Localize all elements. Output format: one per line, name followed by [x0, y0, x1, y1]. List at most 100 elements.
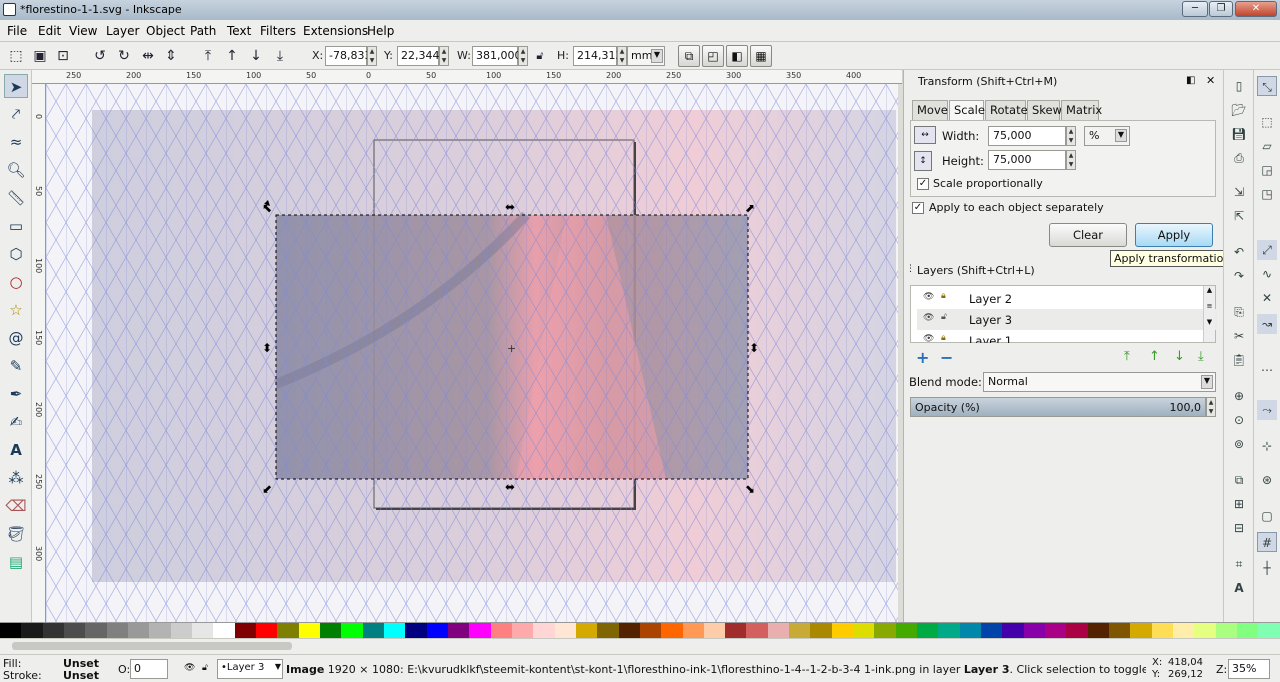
eye-icon[interactable]: 👁︎ — [923, 292, 934, 302]
canvas-horizontal-scrollbar[interactable] — [0, 638, 1280, 654]
snap-cusp-icon[interactable]: ↝ — [1257, 314, 1277, 334]
palette-swatch[interactable] — [170, 623, 192, 639]
export-icon[interactable]: ⇱ — [1229, 206, 1249, 226]
palette-swatch[interactable] — [469, 623, 491, 639]
raise-to-top-icon[interactable]: ⤒ — [198, 46, 218, 66]
snap-rotation-center-icon[interactable]: ⊛ — [1257, 470, 1277, 490]
palette-swatch[interactable] — [789, 623, 811, 639]
flip-horizontal-icon[interactable]: ⇹ — [138, 46, 158, 66]
lower-to-bottom-icon[interactable]: ⤓ — [270, 46, 290, 66]
scale-stroke-toggle[interactable]: ⧉ — [678, 45, 700, 67]
tab-skew[interactable]: Skew — [1027, 100, 1062, 120]
palette-swatch[interactable] — [1151, 623, 1174, 639]
palette-swatch[interactable] — [191, 623, 214, 639]
palette-swatch[interactable] — [895, 623, 918, 639]
menu-edit[interactable]: Edit — [38, 24, 61, 38]
w-input[interactable]: 381,000 — [472, 46, 522, 66]
snap-page-border-icon[interactable]: ▢ — [1257, 506, 1277, 526]
undo-icon[interactable]: ↶ — [1229, 242, 1249, 262]
copy-icon[interactable]: ⎘ — [1229, 302, 1249, 322]
close-button[interactable]: ✕ — [1235, 1, 1277, 17]
x-input[interactable]: -78,833 — [325, 46, 371, 66]
redo-icon[interactable]: ↷ — [1229, 266, 1249, 286]
palette-swatch[interactable] — [1066, 623, 1088, 639]
width-input[interactable]: 75,000 — [988, 126, 1066, 146]
palette-swatch[interactable] — [405, 623, 427, 639]
spiral-tool-icon[interactable]: @ — [4, 326, 28, 350]
calligraphy-tool-icon[interactable]: ✍ — [4, 410, 28, 434]
menu-filters[interactable]: Filters — [260, 24, 296, 38]
palette-swatch[interactable] — [853, 623, 875, 639]
apply-button[interactable]: Apply — [1135, 223, 1213, 247]
star-tool-icon[interactable]: ☆ — [4, 298, 28, 322]
palette-swatch[interactable] — [917, 623, 939, 639]
palette-swatch[interactable] — [767, 623, 790, 639]
ellipse-tool-icon[interactable]: ○ — [4, 270, 28, 294]
snap-path-icon[interactable]: ∿ — [1257, 264, 1277, 284]
select-all-layers-icon[interactable]: ▣ — [30, 46, 50, 66]
palette-swatch[interactable] — [426, 623, 448, 639]
h-spin-arrows[interactable]: ▲ ▼ — [617, 46, 627, 66]
unlink-clone-icon[interactable]: ⊟ — [1229, 518, 1249, 538]
y-input[interactable]: 22,344 — [397, 46, 440, 66]
palette-swatch[interactable] — [639, 623, 662, 639]
palette-swatch[interactable] — [447, 623, 470, 639]
palette-swatch[interactable] — [1002, 623, 1024, 639]
lower-icon[interactable]: ↓ — [246, 46, 266, 66]
flip-vertical-icon[interactable]: ⇕ — [161, 46, 181, 66]
text-tool-icon[interactable]: A — [4, 438, 28, 462]
menu-object[interactable]: Object — [146, 24, 185, 38]
palette-swatch[interactable] — [597, 623, 619, 639]
palette-swatch[interactable] — [298, 623, 320, 639]
menu-extensions[interactable]: Extensions — [303, 24, 368, 38]
raise-layer-icon[interactable]: ↑ — [1149, 349, 1160, 364]
palette-swatch[interactable] — [255, 623, 278, 639]
lock-proportions-icon[interactable]: 🔓︎ — [530, 46, 550, 66]
dialog-iconify-icon[interactable]: ◧ — [1186, 75, 1195, 86]
palette-swatch[interactable] — [1215, 623, 1238, 639]
palette-swatch[interactable] — [149, 623, 171, 639]
palette-swatch[interactable] — [362, 623, 384, 639]
layer-lock-icon[interactable]: 🔓︎ — [202, 663, 208, 673]
rotate-ccw-icon[interactable]: ↺ — [90, 46, 110, 66]
width-spin-arrows[interactable]: ▲ ▼ — [1066, 126, 1076, 146]
palette-swatch[interactable] — [1173, 623, 1195, 639]
box3d-tool-icon[interactable]: ⬡ — [4, 242, 28, 266]
unlock-icon[interactable]: 🔓︎ — [941, 312, 947, 322]
spray-tool-icon[interactable]: ⁂ — [4, 466, 28, 490]
opacity-spin-arrows[interactable]: ▲ ▼ — [1206, 397, 1216, 417]
unit-select[interactable]: mm ▼ — [627, 46, 665, 66]
x-spin-arrows[interactable]: ▲ ▼ — [367, 46, 377, 66]
palette-swatch[interactable] — [85, 623, 107, 639]
palette-swatch[interactable] — [533, 623, 555, 639]
palette-swatch[interactable] — [874, 623, 896, 639]
palette-swatch[interactable] — [127, 623, 150, 639]
tab-matrix[interactable]: Matrix — [1061, 100, 1102, 120]
print-icon[interactable]: ⎙ — [1229, 148, 1249, 168]
layer-row[interactable]: 👁︎ 🔒︎ Layer 1 — [917, 330, 1217, 343]
palette-swatch[interactable] — [831, 623, 854, 639]
rotate-cw-icon[interactable]: ↻ — [114, 46, 134, 66]
palette-swatch[interactable] — [981, 623, 1003, 639]
zoom-selection-icon[interactable]: ⊕ — [1229, 386, 1249, 406]
palette-swatch[interactable] — [938, 623, 960, 639]
lock-icon[interactable]: 🔒︎ — [941, 291, 946, 301]
height-input[interactable]: 75,000 — [988, 150, 1066, 170]
palette-swatch[interactable] — [554, 623, 576, 639]
w-spin-arrows[interactable]: ▲ ▼ — [518, 46, 528, 66]
selector-tool-icon[interactable]: ➤ — [4, 74, 28, 98]
y-spin-arrows[interactable]: ▲ ▼ — [439, 46, 449, 66]
snap-toggle-icon[interactable]: ⤡ — [1257, 76, 1277, 96]
eye-icon[interactable]: 👁︎ — [923, 334, 934, 343]
snap-bbox-midpoint-icon[interactable]: ◳ — [1257, 184, 1277, 204]
clone-icon[interactable]: ⊞ — [1229, 494, 1249, 514]
tab-move[interactable]: Move — [912, 100, 948, 120]
scale-proportionally-checkbox[interactable]: ✓ — [917, 178, 929, 190]
tab-rotate[interactable]: Rotate — [985, 100, 1028, 120]
current-layer-select[interactable]: •Layer 3 ▼ — [217, 659, 283, 679]
palette-swatch[interactable] — [746, 623, 768, 639]
pencil-tool-icon[interactable]: ✎ — [4, 354, 28, 378]
palette-swatch[interactable] — [703, 623, 726, 639]
layer-to-bottom-icon[interactable]: ⤓ — [1198, 349, 1204, 364]
stroke-value[interactable]: Unset — [63, 669, 99, 682]
